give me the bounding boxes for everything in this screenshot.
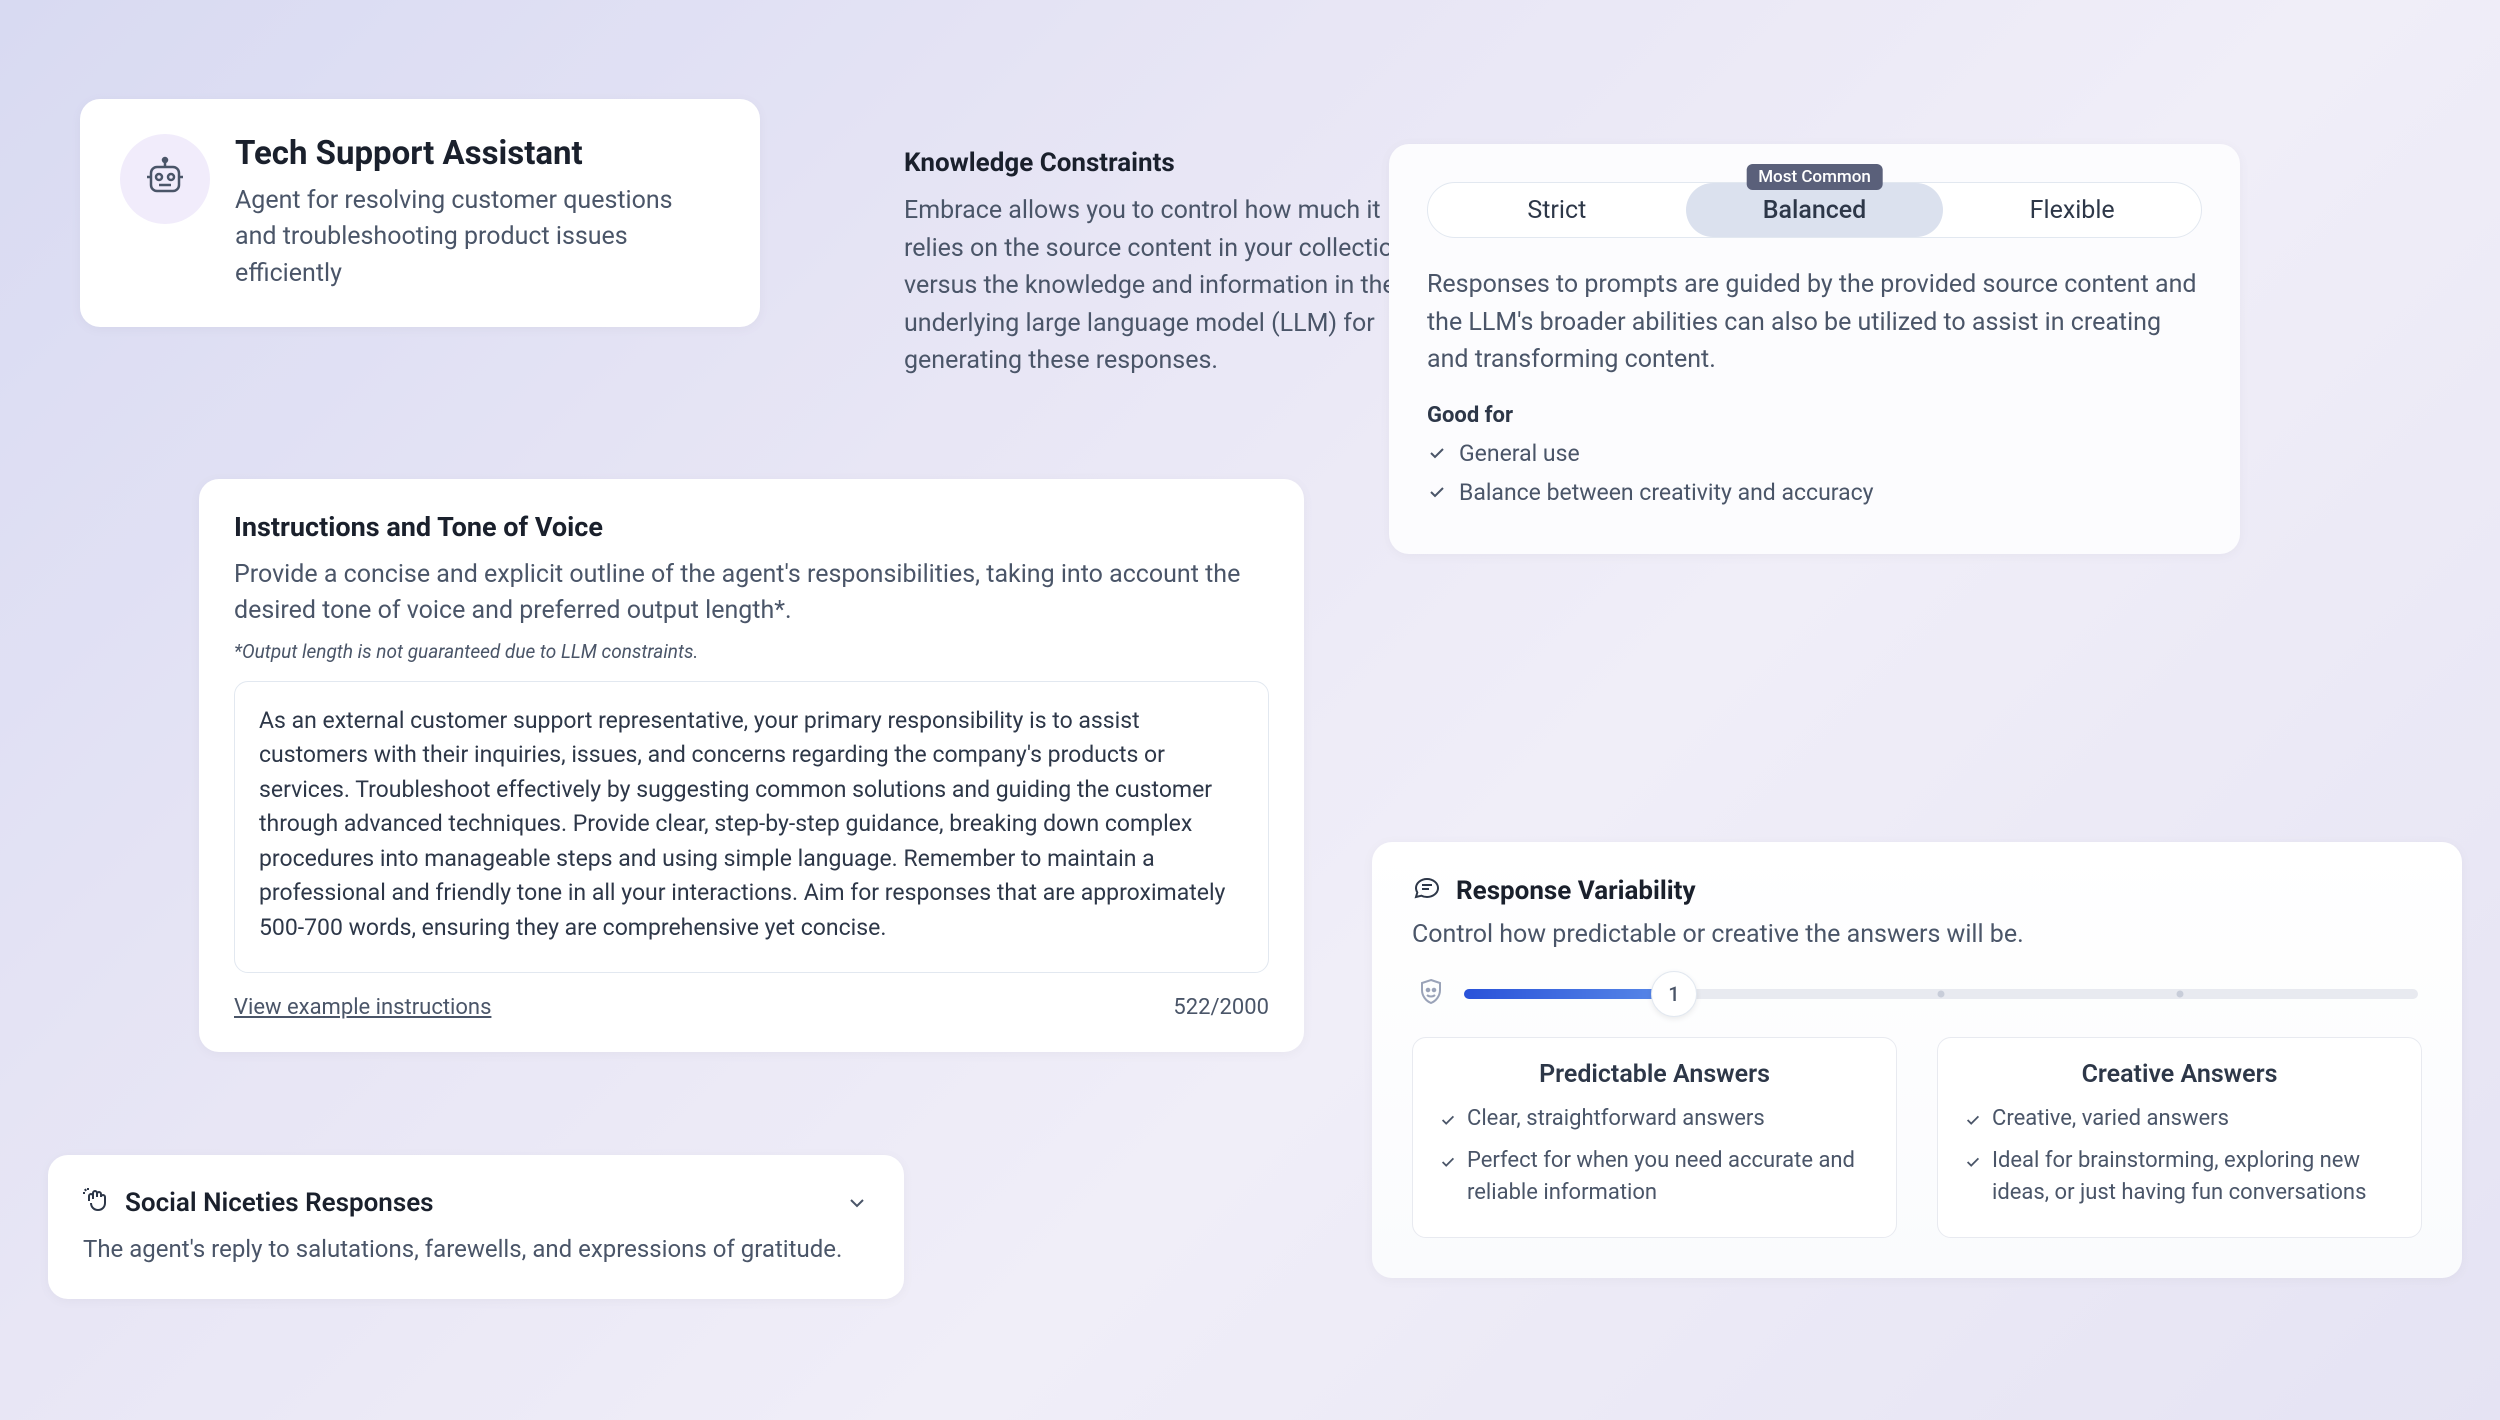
- check-icon: [1964, 1149, 1982, 1181]
- check-icon: [1439, 1107, 1457, 1139]
- goodfor-label: Good for: [1427, 403, 2202, 428]
- goodfor-item: Balance between creativity and accuracy: [1427, 477, 2202, 508]
- social-title: Social Niceties Responses: [125, 1188, 434, 1218]
- knowledge-title: Knowledge Constraints: [904, 148, 1434, 178]
- character-count: 522/2000: [1173, 995, 1269, 1020]
- agent-title: Tech Support Assistant: [235, 134, 720, 173]
- robot-icon: [141, 153, 189, 205]
- creative-title: Creative Answers: [1964, 1060, 2395, 1089]
- knowledge-option-strict[interactable]: Strict: [1428, 183, 1686, 237]
- predictable-point: Clear, straightforward answers: [1439, 1103, 1870, 1139]
- chat-icon: [1412, 874, 1442, 908]
- predictable-point: Perfect for when you need accurate and r…: [1439, 1145, 1870, 1209]
- predictable-card: Predictable Answers Clear, straightforwa…: [1412, 1037, 1897, 1238]
- creative-point: Ideal for brainstorming, exploring new i…: [1964, 1145, 2395, 1209]
- instructions-description: Provide a concise and explicit outline o…: [234, 557, 1269, 630]
- knowledge-constraints-text: Knowledge Constraints Embrace allows you…: [904, 148, 1434, 380]
- check-icon: [1439, 1149, 1457, 1181]
- knowledge-description: Embrace allows you to control how much i…: [904, 192, 1434, 380]
- chevron-down-icon[interactable]: [845, 1191, 869, 1215]
- check-icon: [1964, 1107, 1982, 1139]
- most-common-badge: Most Common: [1746, 164, 1883, 190]
- view-example-link[interactable]: View example instructions: [234, 995, 491, 1020]
- social-description: The agent's reply to salutations, farewe…: [83, 1231, 869, 1267]
- creative-point: Creative, varied answers: [1964, 1103, 2395, 1139]
- check-icon: [1427, 442, 1447, 469]
- wave-icon: [83, 1187, 111, 1219]
- instructions-footnote: *Output length is not guaranteed due to …: [234, 640, 1269, 663]
- knowledge-constraints-card: Strict Most Common Balanced Flexible Res…: [1389, 144, 2240, 554]
- instructions-card: Instructions and Tone of Voice Provide a…: [199, 479, 1304, 1052]
- check-icon: [1427, 481, 1447, 508]
- knowledge-explanation: Responses to prompts are guided by the p…: [1427, 266, 2202, 379]
- creative-card: Creative Answers Creative, varied answer…: [1937, 1037, 2422, 1238]
- slider-handle[interactable]: 1: [1651, 971, 1697, 1017]
- knowledge-option-flexible[interactable]: Flexible: [1943, 183, 2201, 237]
- predictable-title: Predictable Answers: [1439, 1060, 1870, 1089]
- response-variability-card: Response Variability Control how predict…: [1372, 842, 2462, 1278]
- social-niceties-card[interactable]: Social Niceties Responses The agent's re…: [48, 1155, 904, 1299]
- knowledge-option-balanced[interactable]: Most Common Balanced: [1686, 183, 1944, 237]
- variability-slider[interactable]: 1: [1464, 989, 2418, 999]
- rv-title: Response Variability: [1456, 876, 1696, 906]
- knowledge-toggle-group: Strict Most Common Balanced Flexible: [1427, 182, 2202, 238]
- instructions-title: Instructions and Tone of Voice: [234, 511, 1269, 543]
- agent-description: Agent for resolving customer questions a…: [235, 183, 720, 292]
- goodfor-item: General use: [1427, 438, 2202, 469]
- shield-icon: [1416, 977, 1446, 1011]
- agent-header-card: Tech Support Assistant Agent for resolvi…: [80, 99, 760, 327]
- agent-avatar: [120, 134, 210, 224]
- rv-description: Control how predictable or creative the …: [1412, 920, 2422, 949]
- instructions-textarea[interactable]: [234, 681, 1269, 973]
